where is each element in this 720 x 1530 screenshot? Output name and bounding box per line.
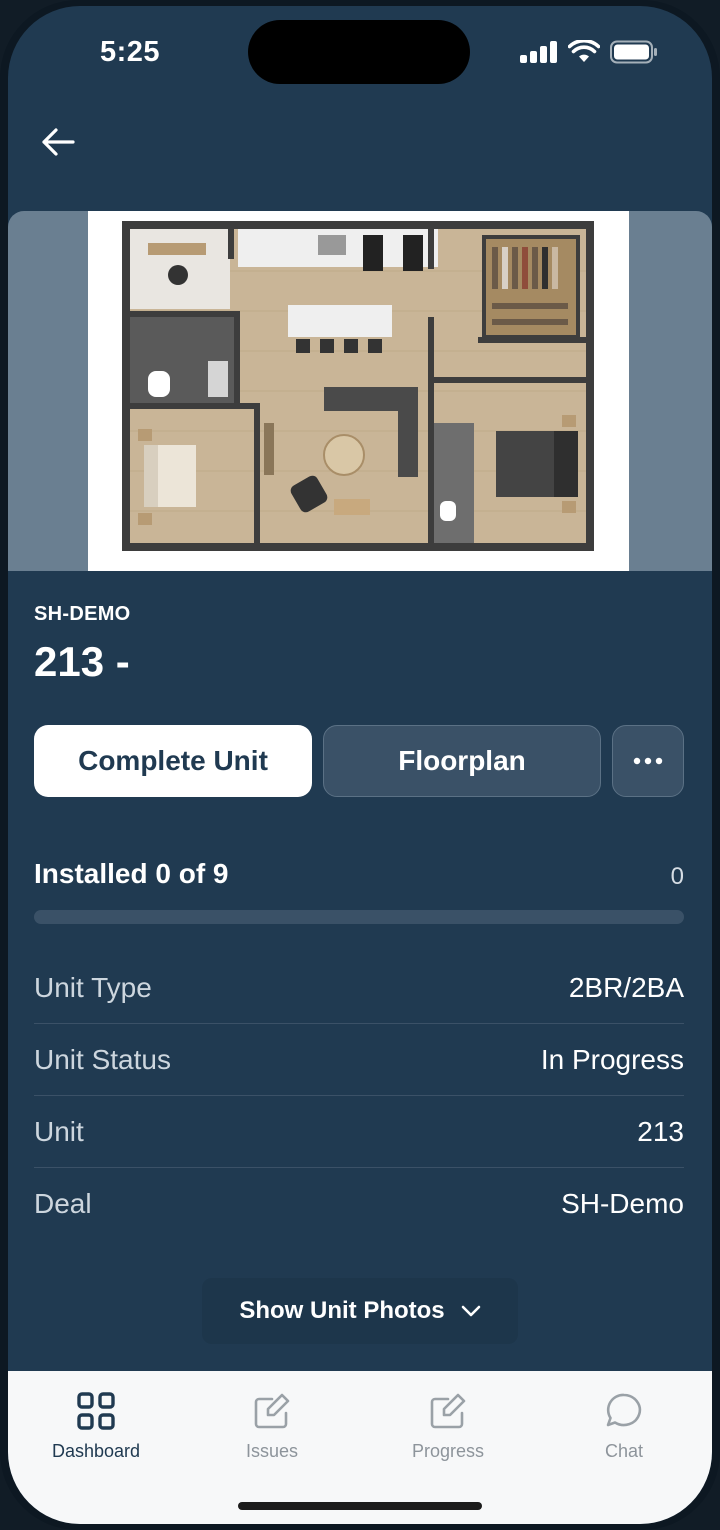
- show-unit-photos-label: Show Unit Photos: [239, 1297, 445, 1324]
- tab-label: Chat: [604, 1441, 644, 1461]
- detail-label: Unit: [34, 1115, 84, 1147]
- show-unit-photos-button[interactable]: Show Unit Photos: [202, 1278, 518, 1344]
- edit-icon: [254, 1393, 290, 1429]
- more-options-button[interactable]: [612, 725, 684, 797]
- phone-frame: 5:25 SH-DEMO 213 - Complete Unit Floorpl…: [0, 0, 720, 1530]
- edit-icon: [430, 1393, 466, 1429]
- detail-label: Unit Type: [34, 971, 152, 1003]
- floorplan-button[interactable]: Floorplan: [323, 725, 601, 797]
- app-screen: 5:25 SH-DEMO 213 - Complete Unit Floorpl…: [8, 6, 712, 1524]
- detail-row-unit-type: Unit Type 2BR/2BA: [34, 952, 684, 1024]
- detail-value: 2BR/2BA: [568, 971, 684, 1003]
- more-horizontal-icon: [633, 757, 663, 765]
- battery-icon: [610, 40, 657, 64]
- status-icons: [520, 40, 658, 64]
- detail-label: Deal: [34, 1187, 92, 1219]
- installed-count: 0: [670, 863, 684, 890]
- floorplan-image[interactable]: [88, 211, 629, 571]
- detail-row-unit-status: Unit Status In Progress: [34, 1024, 684, 1096]
- detail-row-deal: Deal SH-Demo: [34, 1168, 684, 1239]
- detail-value: SH-Demo: [561, 1187, 684, 1219]
- detail-label: Unit Status: [34, 1043, 171, 1075]
- back-button[interactable]: [34, 118, 82, 166]
- installed-label: Installed 0 of 9: [34, 858, 229, 889]
- unit-details: Unit Type 2BR/2BA Unit Status In Progres…: [34, 952, 684, 1239]
- detail-value: 213: [637, 1115, 684, 1147]
- floorplan-drawing: [122, 221, 594, 551]
- status-time: 5:25: [100, 36, 161, 68]
- chat-bubble-icon: [606, 1393, 642, 1427]
- cellular-signal-icon: [520, 41, 557, 63]
- home-indicator: [238, 1502, 482, 1510]
- arrow-left-icon: [42, 128, 75, 156]
- project-code: SH-DEMO: [34, 603, 131, 625]
- detail-value: In Progress: [540, 1043, 684, 1075]
- grid-icon: [77, 1392, 115, 1430]
- complete-unit-button[interactable]: Complete Unit: [34, 725, 312, 797]
- tab-dashboard[interactable]: Dashboard: [8, 1371, 184, 1524]
- tab-label: Issues: [245, 1441, 299, 1461]
- tab-label: Dashboard: [51, 1441, 141, 1461]
- detail-row-unit: Unit 213: [34, 1096, 684, 1168]
- wifi-icon: [568, 40, 600, 62]
- install-progress-bar: [34, 910, 684, 924]
- tab-chat[interactable]: Chat: [536, 1371, 712, 1524]
- dynamic-island: [248, 20, 470, 84]
- unit-title: 213 -: [34, 638, 130, 685]
- tab-label: Progress: [411, 1441, 485, 1461]
- chevron-down-icon: [461, 1305, 480, 1317]
